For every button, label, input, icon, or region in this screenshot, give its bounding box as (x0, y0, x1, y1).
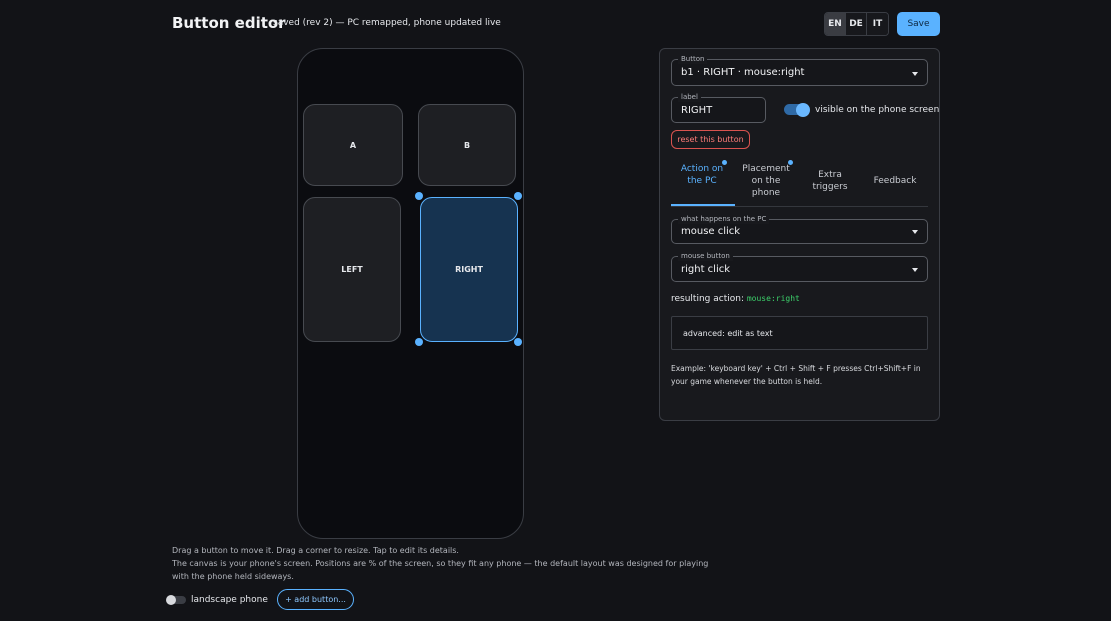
landscape-label: landscape phone (191, 595, 268, 605)
label-input-value: RIGHT (681, 105, 713, 116)
landscape-toggle[interactable] (166, 595, 186, 605)
resize-handle-top-left[interactable] (415, 192, 423, 200)
toggle-knob (796, 102, 810, 117)
language-switcher: EN DE IT (824, 12, 889, 36)
canvas-hint-line-1: Drag a button to move it. Drag a corner … (172, 546, 459, 555)
advanced-label: advanced: edit as text (683, 329, 773, 338)
mouse-button-select-legend: mouse button (678, 251, 733, 261)
language-button-it[interactable]: IT (867, 13, 888, 35)
visible-toggle[interactable] (784, 102, 810, 117)
tabs-divider (671, 206, 928, 207)
tab-changed-dot (722, 160, 727, 165)
mouse-button-select[interactable]: mouse button right click (671, 251, 928, 282)
visible-label: visible on the phone screen (815, 105, 940, 115)
mouse-button-select-value: right click (681, 264, 731, 275)
tab-placement-on-phone[interactable]: Placement on the phone (740, 163, 792, 199)
chevron-down-icon (912, 268, 918, 272)
button-select-legend: Button (678, 54, 708, 64)
advanced-edit-as-text[interactable]: advanced: edit as text (671, 316, 928, 350)
canvas-button-b[interactable]: B (418, 104, 516, 186)
phone-canvas[interactable]: A B LEFT RIGHT (297, 48, 524, 539)
canvas-hint-line-2: The canvas is your phone's screen. Posit… (172, 559, 709, 568)
tab-changed-dot (788, 160, 793, 165)
resize-handle-top-right[interactable] (514, 192, 522, 200)
example-text: Example: 'keyboard key' + Ctrl + Shift +… (671, 364, 921, 386)
label-input-legend: label (678, 92, 701, 102)
reset-button[interactable]: reset this button (671, 130, 750, 149)
add-button[interactable]: + add button... (277, 589, 354, 610)
page-title: Button editor (172, 14, 286, 32)
canvas-hint-line-3: with the phone held sideways. (172, 572, 294, 581)
button-select[interactable]: Button b1 · RIGHT · mouse:right (671, 54, 928, 86)
resulting-action-code: mouse:right (746, 294, 800, 303)
action-select-value: mouse click (681, 226, 741, 237)
action-select[interactable]: what happens on the PC mouse click (671, 214, 928, 244)
language-button-de[interactable]: DE (846, 13, 867, 35)
resize-handle-bottom-left[interactable] (415, 338, 423, 346)
canvas-button-right[interactable]: RIGHT (420, 197, 518, 342)
tab-action-on-pc[interactable]: Action on the PC (680, 163, 724, 187)
button-select-value: b1 · RIGHT · mouse:right (681, 67, 805, 78)
canvas-button-left[interactable]: LEFT (303, 197, 401, 342)
resize-handle-bottom-right[interactable] (514, 338, 522, 346)
canvas-button-a[interactable]: A (303, 104, 403, 186)
chevron-down-icon (912, 72, 918, 76)
resulting-action: resulting action: mouse:right (671, 294, 800, 304)
tab-feedback[interactable]: Feedback (866, 175, 924, 187)
chevron-down-icon (912, 230, 918, 234)
save-status: saved (rev 2) — PC remapped, phone updat… (273, 18, 501, 28)
language-button-en[interactable]: EN (825, 13, 846, 35)
active-tab-indicator (671, 204, 735, 206)
save-button[interactable]: Save (897, 12, 940, 36)
action-select-legend: what happens on the PC (678, 214, 770, 224)
tab-extra-triggers[interactable]: Extra triggers (806, 169, 854, 193)
toggle-knob (166, 595, 176, 605)
resulting-action-label: resulting action: (671, 294, 744, 304)
label-input[interactable]: label RIGHT (671, 92, 766, 123)
